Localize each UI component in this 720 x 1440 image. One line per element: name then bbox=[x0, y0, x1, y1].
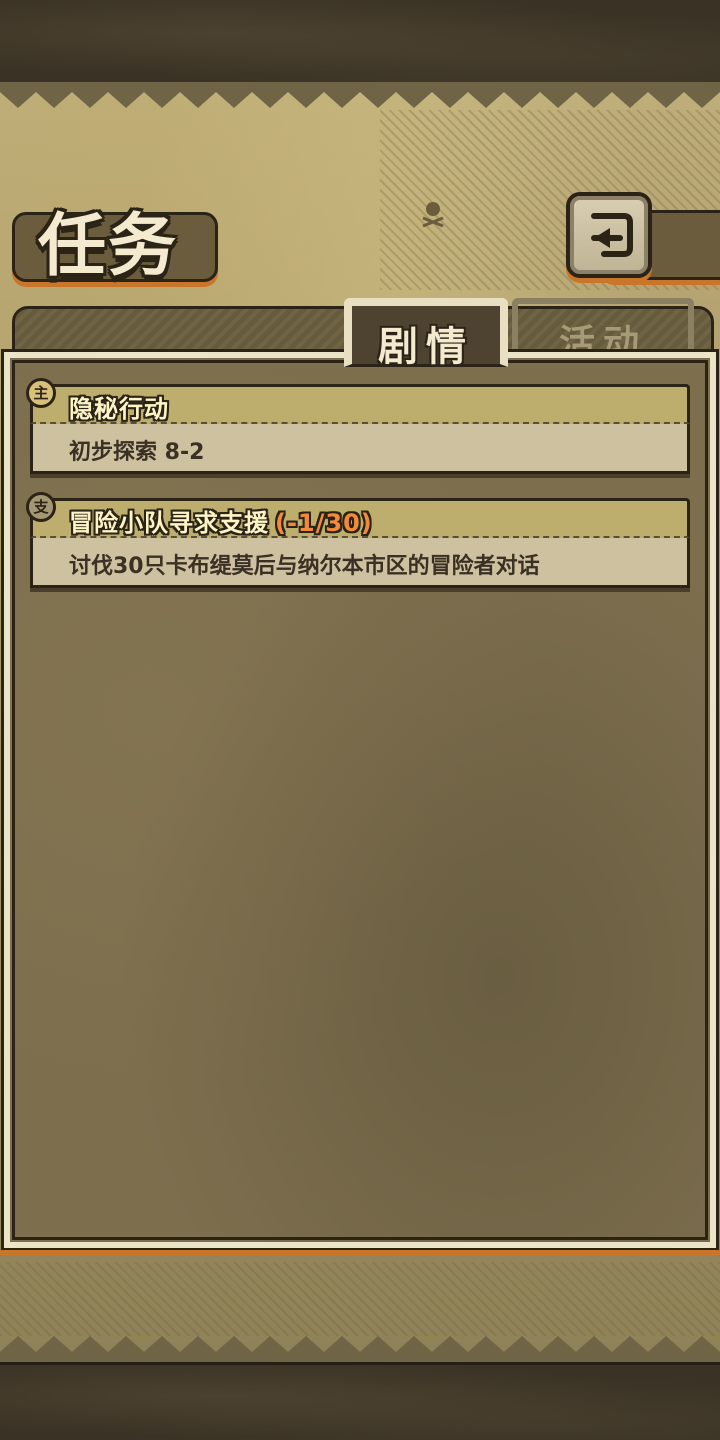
top-map-band bbox=[0, 0, 720, 85]
quest-item[interactable]: 隐秘行动 初步探索 8-2 主 bbox=[26, 378, 690, 474]
quest-title: 冒险小队寻求支援 (-1/30) bbox=[69, 509, 373, 537]
quest-progress: (-1/30) bbox=[275, 509, 373, 537]
tab-event[interactable]: 活动 bbox=[512, 298, 694, 364]
map-hatch-decoration bbox=[0, 1262, 720, 1336]
bottom-map-band bbox=[0, 1362, 720, 1440]
back-button[interactable] bbox=[566, 192, 652, 278]
quest-list-panel bbox=[1, 349, 719, 1251]
quest-description: 初步探索 8-2 bbox=[69, 440, 205, 465]
tab-story-label: 剧情 bbox=[378, 323, 474, 370]
top-zigzag-edge bbox=[0, 82, 720, 108]
back-arrow-icon bbox=[591, 213, 633, 257]
quest-item[interactable]: 冒险小队寻求支援 (-1/30) 讨伐30只卡布缇莫后与纳尔本市区的冒险者对话 支 bbox=[26, 492, 690, 588]
quest-body: 讨伐30只卡布缇莫后与纳尔本市区的冒险者对话 bbox=[30, 538, 690, 588]
quest-header: 隐秘行动 bbox=[30, 384, 690, 424]
quest-header: 冒险小队寻求支援 (-1/30) bbox=[30, 498, 690, 538]
quest-body: 初步探索 8-2 bbox=[30, 424, 690, 474]
panel-underline bbox=[0, 1250, 720, 1256]
tab-story[interactable]: 剧情 bbox=[344, 298, 508, 370]
quest-title: 隐秘行动 bbox=[69, 395, 169, 423]
quest-description: 讨伐30只卡布缇莫后与纳尔本市区的冒险者对话 bbox=[69, 554, 540, 579]
bottom-zigzag-edge bbox=[0, 1336, 720, 1362]
side-quest-badge-icon: 支 bbox=[26, 492, 56, 522]
page-title: 任务 bbox=[38, 206, 179, 286]
skull-icon bbox=[422, 202, 444, 228]
quest-screen: 任务 活动 剧情 隐秘行动 初步探索 8-2 主 冒险小队寻求支援 (-1/30) bbox=[0, 0, 720, 1440]
main-quest-badge-icon: 主 bbox=[26, 378, 56, 408]
